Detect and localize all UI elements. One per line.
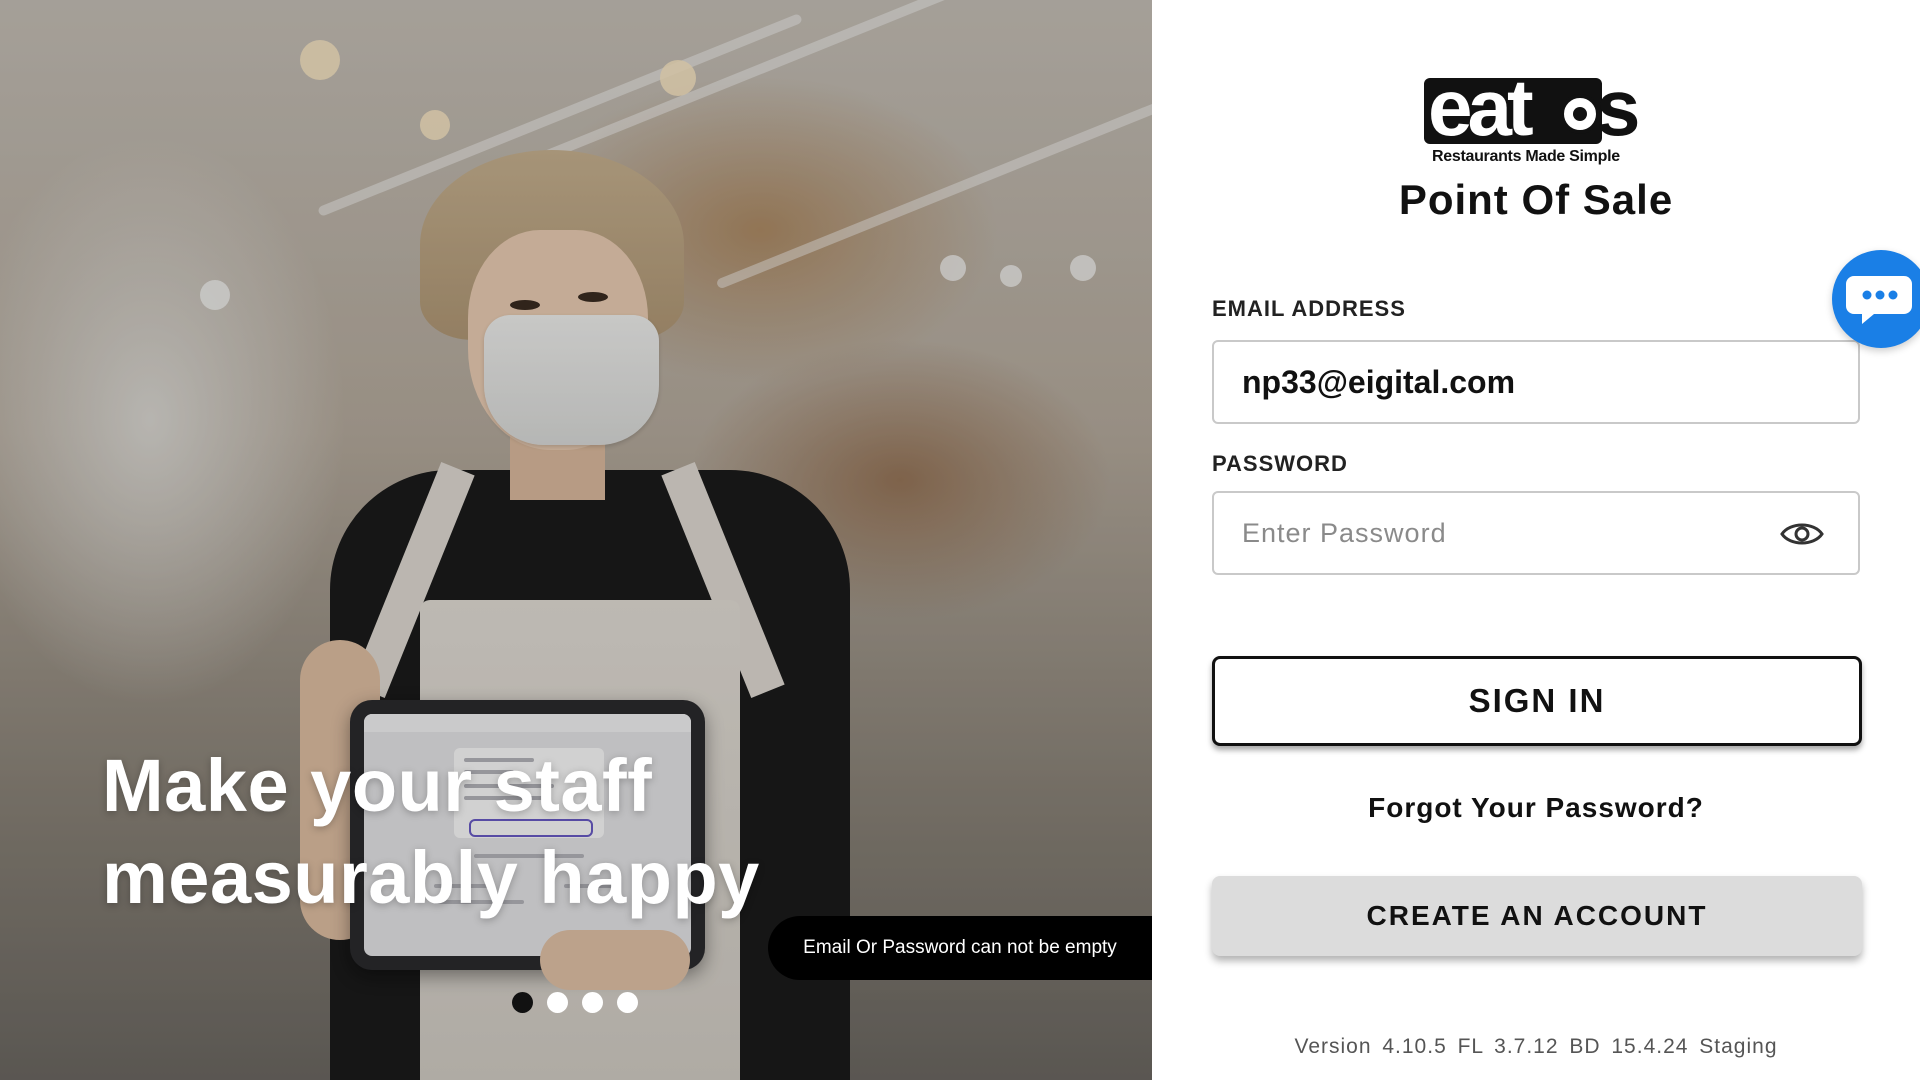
carousel-dot-4[interactable] xyxy=(617,992,638,1013)
password-label: PASSWORD xyxy=(1212,451,1348,476)
create-account-button[interactable]: CREATE AN ACCOUNT xyxy=(1212,876,1862,956)
hero-banner: Make your staff measurably happy Email O… xyxy=(0,0,1152,1080)
carousel-dot-1[interactable] xyxy=(512,992,533,1013)
login-panel: eat s Restaurants Made Simple Point Of S… xyxy=(1152,0,1920,1080)
logo-tagline: Restaurants Made Simple xyxy=(1432,148,1620,165)
hero-headline: Make your staff measurably happy xyxy=(102,740,922,924)
hero-headline-line2: measurably happy xyxy=(102,836,760,919)
carousel-dot-3[interactable] xyxy=(582,992,603,1013)
email-label: EMAIL ADDRESS xyxy=(1212,296,1406,321)
logo-sun-icon xyxy=(1560,94,1600,134)
chat-bubble-icon xyxy=(1846,276,1912,324)
page-title: Point Of Sale xyxy=(1398,176,1674,223)
hero-headline-line1: Make your staff xyxy=(102,744,653,827)
logo-letters: s xyxy=(1596,63,1640,152)
logo-wordmark: eat s xyxy=(1424,68,1660,150)
password-placeholder: Enter Password xyxy=(1242,518,1447,548)
error-toast: Email Or Password can not be empty xyxy=(768,916,1152,980)
carousel-dots xyxy=(512,992,638,1013)
email-value: np33@eigital.com xyxy=(1242,364,1516,400)
sign-in-button[interactable]: SIGN IN xyxy=(1212,656,1862,746)
eatos-logo: eat s Restaurants Made Simple xyxy=(1424,68,1660,165)
carousel-dot-2[interactable] xyxy=(547,992,568,1013)
forgot-password-link[interactable]: Forgot Your Password? xyxy=(1152,792,1920,824)
eye-icon[interactable] xyxy=(1780,519,1824,549)
logo-letters: eat xyxy=(1428,63,1534,152)
chat-button[interactable] xyxy=(1832,250,1920,348)
version-info: Version 4.10.5 FL 3.7.12 BD 15.4.24 Stag… xyxy=(1294,1035,1778,1058)
password-field[interactable]: Enter Password xyxy=(1212,491,1860,575)
email-field[interactable]: np33@eigital.com xyxy=(1212,340,1860,424)
